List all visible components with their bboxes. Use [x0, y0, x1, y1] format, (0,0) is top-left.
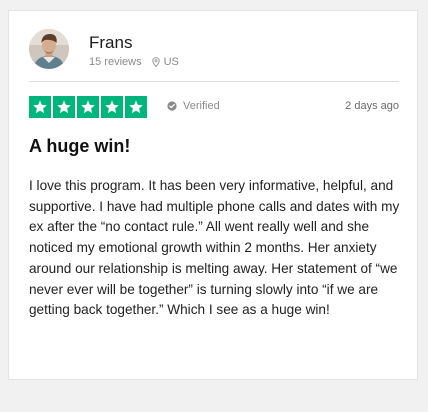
star-4 [101, 96, 123, 118]
header-divider [29, 81, 399, 82]
review-title[interactable]: A huge win! [29, 136, 130, 157]
review-body: I love this program. It has been very in… [29, 178, 400, 318]
verified-badge[interactable]: Verified [167, 100, 220, 112]
star-icon [129, 100, 143, 114]
star-icon [105, 100, 119, 114]
person-avatar-icon [29, 29, 69, 69]
star-rating [29, 96, 147, 118]
verified-check-icon [167, 101, 177, 111]
star-5 [125, 96, 147, 118]
map-pin-icon [151, 57, 160, 67]
star-2 [53, 96, 75, 118]
star-icon [33, 100, 47, 114]
verified-label: Verified [183, 100, 220, 112]
star-1 [29, 96, 51, 118]
star-icon [57, 100, 71, 114]
star-icon [81, 100, 95, 114]
review-date: 2 days ago [345, 100, 399, 112]
reviewer-name[interactable]: Frans [89, 33, 132, 53]
review-count: 15 reviews [89, 56, 142, 68]
review-card: Frans 15 reviews US Verified 2 days ago … [8, 10, 418, 380]
reviewer-meta: 15 reviews US [89, 56, 179, 68]
star-3 [77, 96, 99, 118]
reviewer-location: US [151, 56, 179, 68]
reviewer-avatar[interactable] [29, 29, 69, 69]
country-code: US [163, 56, 179, 68]
